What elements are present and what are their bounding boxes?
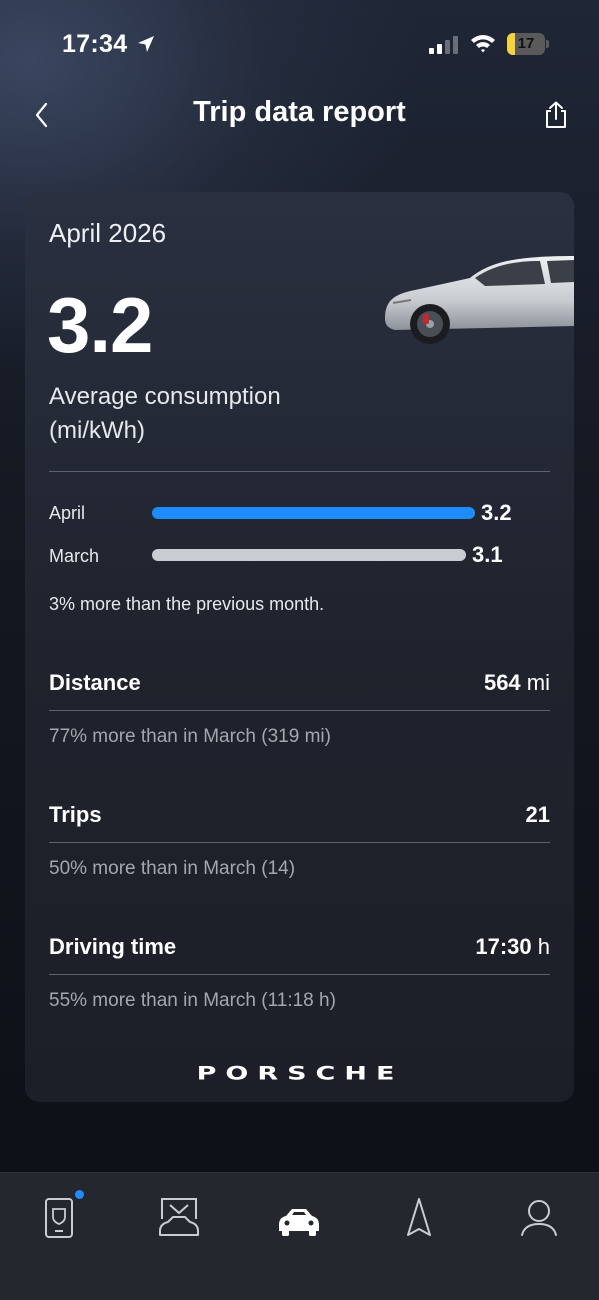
distance-value: 564 mi xyxy=(483,670,550,695)
divider xyxy=(49,471,550,472)
location-arrow-icon xyxy=(138,36,154,52)
comparison-value-april: 3.2 xyxy=(481,500,512,525)
metric-label-line2: (mi/kWh) xyxy=(49,417,145,444)
notification-badge xyxy=(75,1190,84,1199)
page-title: Trip data report xyxy=(193,96,406,128)
trips-label: Trips xyxy=(49,802,102,827)
trips-note: 50% more than in March (14) xyxy=(49,858,296,879)
distance-label: Distance xyxy=(49,670,141,695)
average-consumption-label: Average consumption (mi/kWh) xyxy=(49,380,281,448)
divider xyxy=(49,974,550,975)
status-time: 17:34 xyxy=(62,30,128,58)
comparison-label-april: April xyxy=(49,503,86,523)
porsche-logo: PORSCHE xyxy=(196,1062,404,1085)
consumption-bar-march xyxy=(152,549,466,561)
divider xyxy=(49,710,550,711)
trip-report-card: April 2026 3.2 Average consumption (mi/k… xyxy=(25,192,574,1102)
driving-time-note: 55% more than in March (11:18 h) xyxy=(49,990,336,1011)
driving-time-label: Driving time xyxy=(49,934,177,959)
navigation-arrow-icon[interactable] xyxy=(396,1195,442,1241)
cellular-signal-icon xyxy=(429,36,458,54)
phone-key-icon[interactable] xyxy=(36,1195,82,1241)
distance-note: 77% more than in March (319 mi) xyxy=(49,726,331,747)
status-bar: 17:34 17 xyxy=(0,0,599,90)
battery-indicator: 17 xyxy=(507,33,549,55)
comparison-value-march: 3.1 xyxy=(472,542,503,567)
share-icon[interactable] xyxy=(541,100,571,130)
divider xyxy=(49,842,550,843)
battery-level: 17 xyxy=(517,35,535,52)
profile-icon[interactable] xyxy=(516,1195,562,1241)
car-garage-icon[interactable] xyxy=(156,1195,202,1241)
comparison-label-march: March xyxy=(49,546,100,566)
comparison-summary: 3% more than the previous month. xyxy=(49,594,325,614)
average-consumption-value: 3.2 xyxy=(47,281,153,369)
metric-label-line1: Average consumption xyxy=(49,383,281,410)
bottom-navigation xyxy=(0,1172,599,1300)
consumption-bar-april xyxy=(152,507,475,519)
trips-value: 21 xyxy=(525,802,550,827)
car-image xyxy=(385,256,574,344)
driving-time-value: 17:30 h xyxy=(475,934,550,959)
report-month: April 2026 xyxy=(49,218,167,248)
wifi-icon xyxy=(471,35,495,53)
car-front-icon[interactable] xyxy=(276,1195,322,1241)
